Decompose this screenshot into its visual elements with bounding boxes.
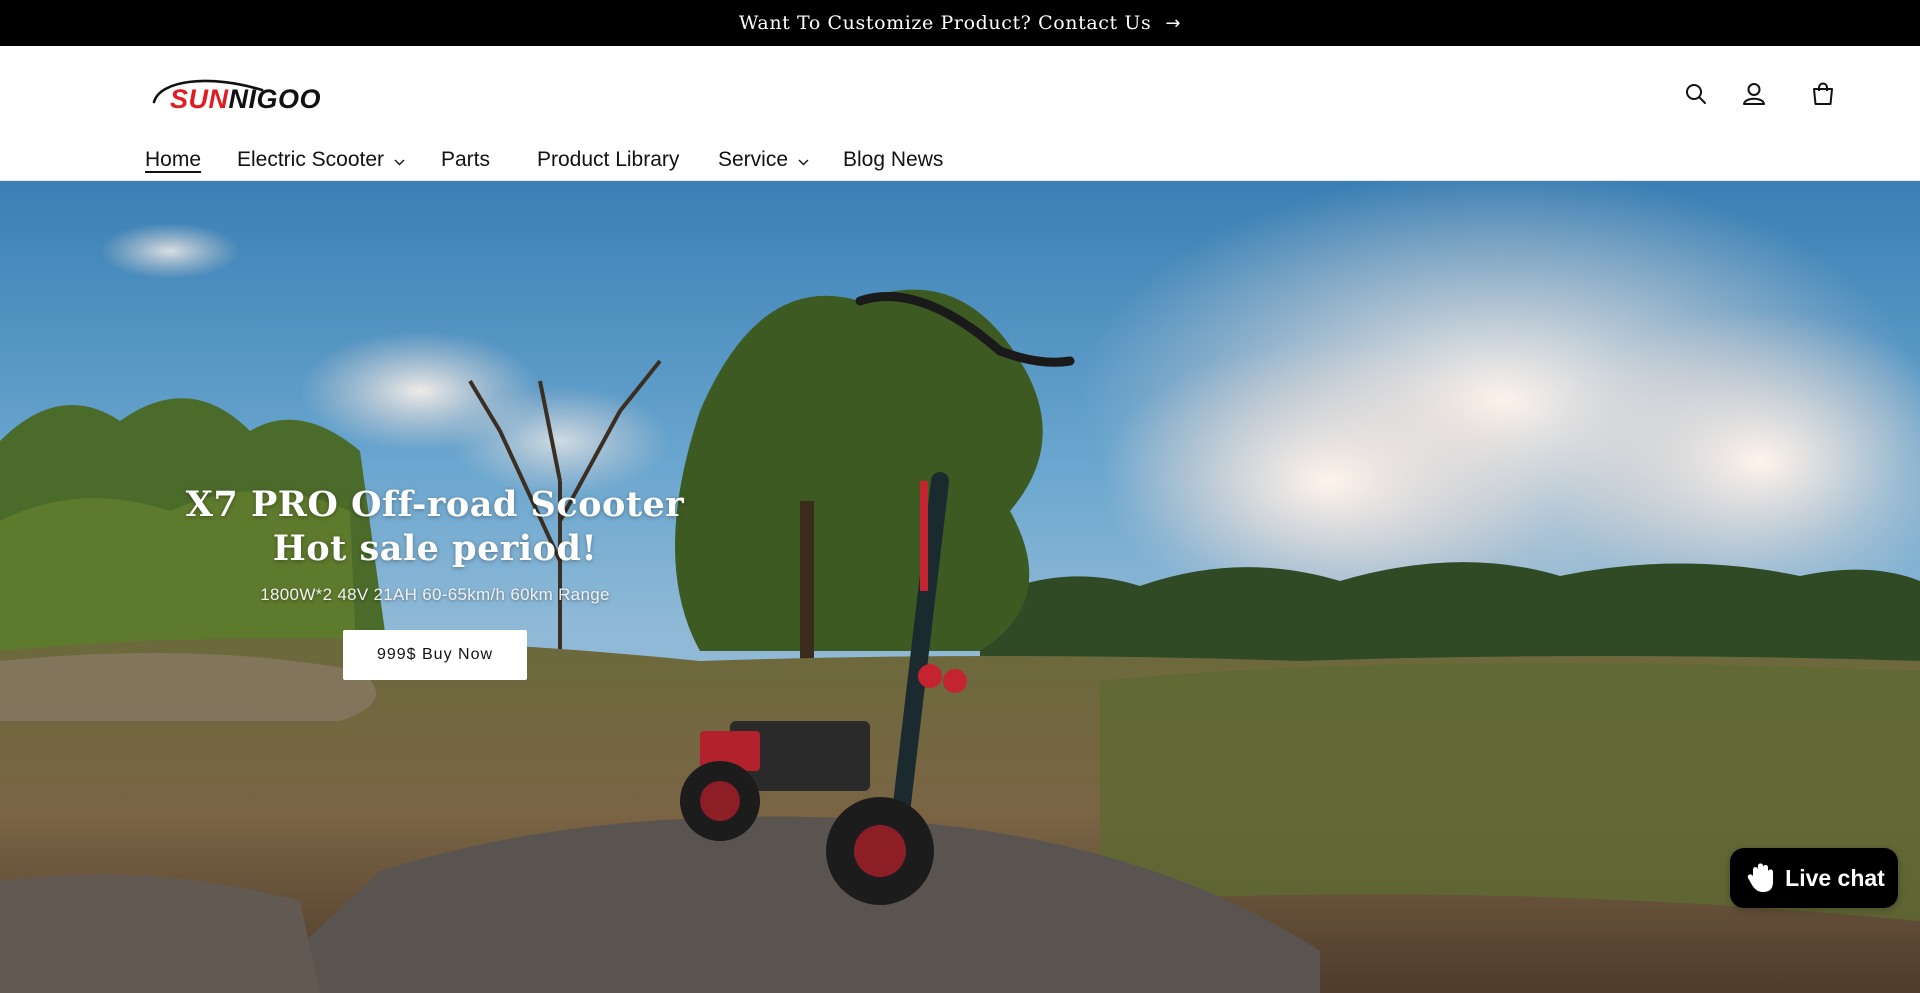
hero-title: X7 PRO Off-road Scooter Hot sale period!: [185, 484, 685, 569]
waving-hand-icon: [1747, 863, 1774, 892]
account-icon[interactable]: [1734, 74, 1774, 114]
cart-icon[interactable]: [1803, 74, 1843, 114]
logo-black-part: NIGOO: [228, 84, 322, 114]
announcement-text[interactable]: Want To Customize Product? Contact Us: [739, 12, 1151, 34]
logo-wordmark: SUNNIGOO: [170, 84, 321, 115]
nav-item-label: Product Library: [537, 148, 680, 171]
live-chat-label: Live chat: [1785, 864, 1885, 891]
chevron-down-icon: [798, 159, 809, 165]
arrow-right-icon: →: [1165, 12, 1182, 34]
announcement-bar[interactable]: Want To Customize Product? Contact Us →: [0, 0, 1920, 46]
site-header: SUNNIGOO Home Electric Scooter Parts Pro…: [0, 46, 1920, 181]
nav-item-electric-scooter[interactable]: Electric Scooter: [237, 148, 441, 172]
nav-item-label: Parts: [441, 148, 491, 171]
brand-logo[interactable]: SUNNIGOO: [150, 72, 321, 116]
logo-red-part: SUN: [170, 84, 229, 114]
main-nav: Home Electric Scooter Parts Product Libr…: [145, 142, 943, 178]
nav-item-product-library[interactable]: Product Library: [537, 148, 718, 172]
nav-item-parts[interactable]: Parts: [441, 148, 537, 172]
nav-item-service[interactable]: Service: [718, 148, 843, 172]
chevron-down-icon: [394, 159, 405, 165]
search-icon[interactable]: [1676, 74, 1716, 114]
nav-item-label: Electric Scooter: [237, 148, 385, 171]
buy-now-button[interactable]: 999$ Buy Now: [343, 630, 527, 680]
live-chat-button[interactable]: Live chat: [1730, 848, 1898, 908]
nav-item-label: Home: [145, 148, 202, 171]
nav-item-label: Blog News: [843, 148, 944, 171]
hero-subtitle: 1800W*2 48V 21AH 60-65km/h 60km Range: [260, 585, 610, 604]
nav-item-label: Service: [718, 148, 789, 171]
hero-banner: X7 PRO Off-road Scooter Hot sale period!…: [0, 181, 1920, 993]
nav-item-home[interactable]: Home: [145, 148, 237, 172]
hero-content: X7 PRO Off-road Scooter Hot sale period!…: [160, 483, 710, 680]
nav-item-blog-news[interactable]: Blog News: [843, 148, 943, 172]
